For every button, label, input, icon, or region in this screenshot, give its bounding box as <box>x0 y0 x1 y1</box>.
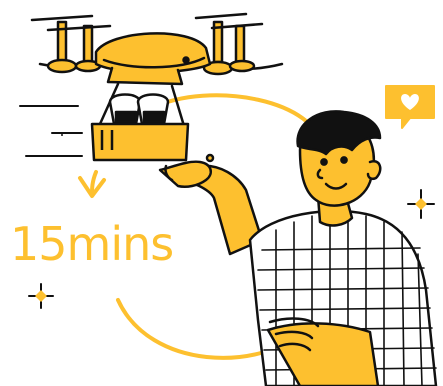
package-icon <box>90 93 190 162</box>
delivery-time-label: 15mins <box>10 217 174 271</box>
drone-delivery-illustration: 15mins <box>0 0 443 386</box>
speed-lines <box>19 105 83 157</box>
delivery-person-icon <box>158 110 438 386</box>
illustration-art <box>19 12 438 386</box>
heart-chat-bubble-icon <box>385 85 435 129</box>
sparkle-icon <box>407 189 435 219</box>
sparkle-icon <box>28 283 54 309</box>
